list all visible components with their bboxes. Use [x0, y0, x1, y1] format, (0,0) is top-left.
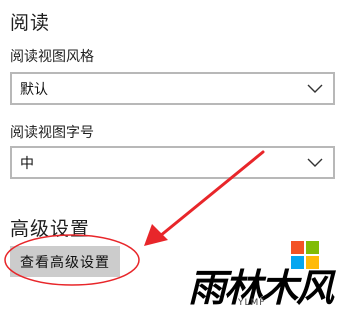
windows-logo-icon — [291, 241, 319, 269]
highlight-ellipse — [4, 234, 140, 286]
watermark-logo-sub: YLMF — [238, 298, 266, 308]
arrow-shaft — [158, 150, 265, 238]
arrow-head — [144, 224, 168, 246]
